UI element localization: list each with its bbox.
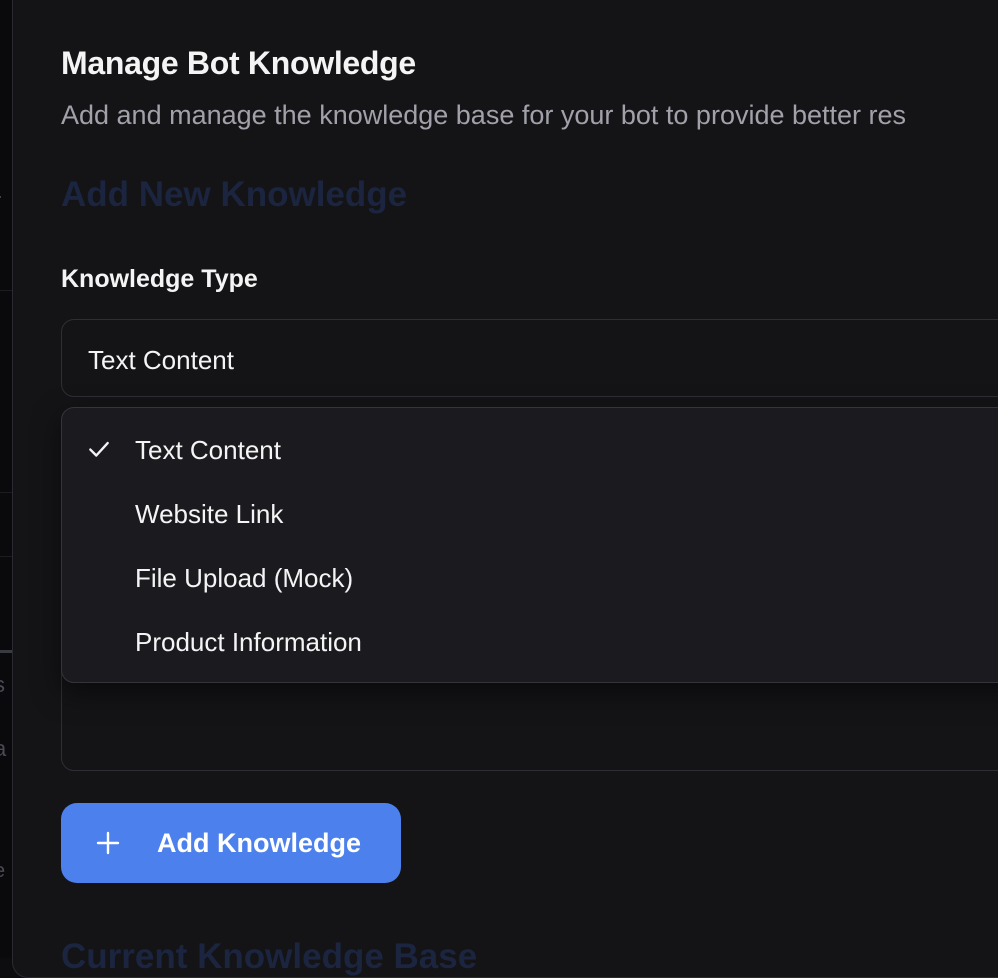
option-product-information[interactable]: Product Information xyxy=(62,609,998,673)
option-text-content[interactable]: Text Content xyxy=(62,417,998,481)
option-label: Website Link xyxy=(135,499,284,529)
option-label: Text Content xyxy=(135,435,281,465)
knowledge-type-selected-value: Text Content xyxy=(88,345,234,375)
background-text-fragment: r xyxy=(0,188,1,214)
option-label: Product Information xyxy=(135,627,362,657)
background-text-fragment: a xyxy=(0,736,7,761)
add-knowledge-label: Add Knowledge xyxy=(157,828,361,858)
current-knowledge-base-heading: Current Knowledge Base xyxy=(61,937,478,976)
add-new-knowledge-heading: Add New Knowledge xyxy=(61,175,408,214)
manage-knowledge-dialog: Manage Bot Knowledge Add and manage the … xyxy=(12,0,998,978)
dialog-title: Manage Bot Knowledge xyxy=(61,45,416,81)
background-text-fragment: s xyxy=(0,672,5,698)
option-label: File Upload (Mock) xyxy=(135,563,354,593)
knowledge-type-label: Knowledge Type xyxy=(61,265,258,293)
background-text-fragment: e xyxy=(0,860,5,883)
add-knowledge-button[interactable]: Add Knowledge xyxy=(61,803,401,883)
plus-icon xyxy=(96,831,120,855)
knowledge-type-select[interactable]: Text Content xyxy=(61,319,998,397)
dialog-description: Add and manage the knowledge base for yo… xyxy=(61,100,907,130)
knowledge-type-options-menu: Text Content Website Link File Upload (M… xyxy=(61,407,998,683)
option-file-upload[interactable]: File Upload (Mock) xyxy=(62,545,998,609)
check-icon xyxy=(89,441,109,457)
option-website-link[interactable]: Website Link xyxy=(62,481,998,545)
